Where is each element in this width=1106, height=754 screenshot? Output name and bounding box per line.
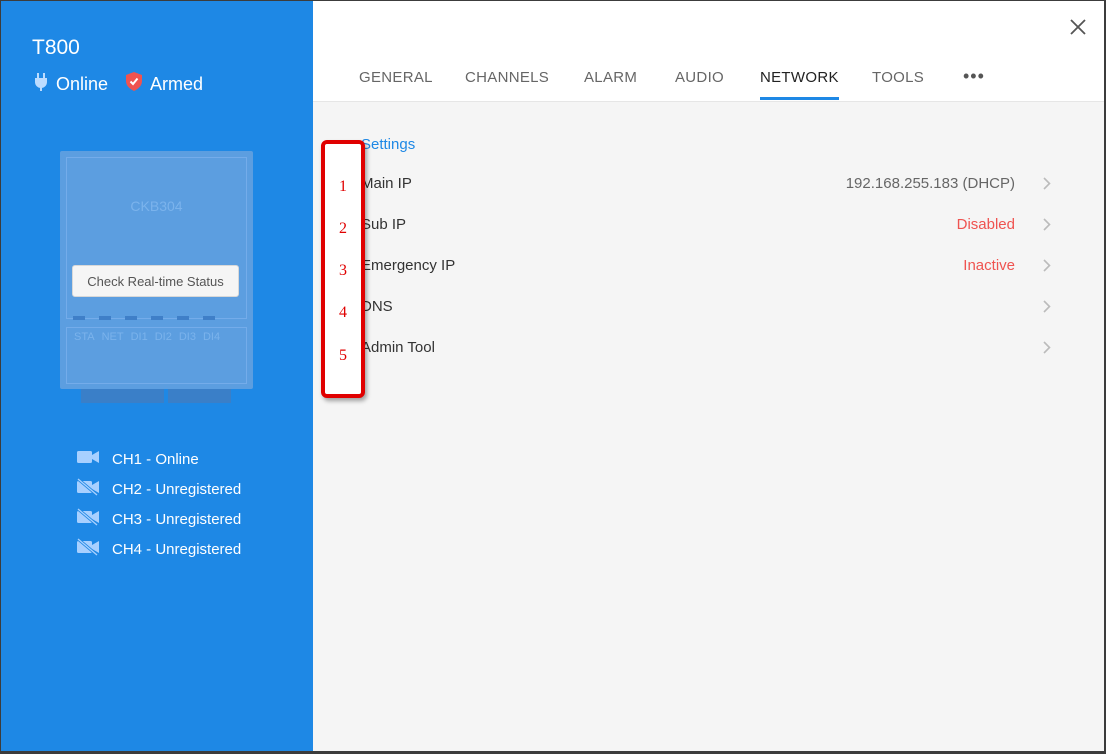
- online-status: Online: [34, 72, 109, 96]
- video-camera-off-icon: [77, 507, 112, 530]
- tab-general[interactable]: GENERAL: [359, 69, 433, 86]
- port-label: DI4: [202, 331, 221, 343]
- channel-item: CH3 - Unregistered: [77, 504, 241, 534]
- port-label: DI3: [178, 331, 196, 343]
- device-status-row: Online Armed: [34, 72, 221, 96]
- channel-label: CH4 - Unregistered: [112, 540, 242, 558]
- settings-section-title: Settings: [361, 136, 416, 153]
- check-realtime-status-button[interactable]: Check Real-time Status: [72, 265, 239, 297]
- tab-bar: GENERAL CHANNELS ALARM AUDIO NETWORK TOO…: [313, 56, 1104, 102]
- armed-status: Armed: [126, 72, 203, 96]
- close-icon: [1070, 19, 1086, 39]
- device-port-labels: STA NET DI1 DI2 DI3 DI4: [74, 331, 227, 343]
- video-camera-off-icon: [77, 537, 112, 560]
- channel-item: CH4 - Unregistered: [77, 534, 241, 564]
- led-indicator: [73, 316, 85, 320]
- video-camera-icon: [77, 449, 112, 469]
- close-button[interactable]: [1070, 19, 1086, 40]
- network-settings-panel: Settings Main IP 192.168.255.183 (DHCP) …: [313, 102, 1104, 751]
- port-label: DI2: [154, 331, 172, 343]
- settings-row-sub-ip[interactable]: Sub IP Disabled: [361, 206, 1051, 242]
- device-model: CKB304: [130, 198, 183, 214]
- shield-check-icon: [126, 72, 150, 96]
- device-sidebar: T800 Online Armed CKB304 Check Real-time…: [1, 1, 313, 751]
- led-indicator: [151, 316, 163, 320]
- settings-row-dns[interactable]: DNS: [361, 288, 1051, 324]
- device-name: T800: [32, 36, 80, 59]
- annotation-number: 5: [339, 347, 347, 364]
- annotation-number: 1: [339, 178, 347, 195]
- row-value: Inactive: [963, 256, 1015, 274]
- settings-row-main-ip[interactable]: Main IP 192.168.255.183 (DHCP): [361, 165, 1051, 201]
- device-illustration: CKB304 Check Real-time Status STA NET DI…: [60, 151, 253, 389]
- channel-label: CH2 - Unregistered: [112, 480, 242, 498]
- row-value: Disabled: [956, 215, 1015, 233]
- led-indicator: [125, 316, 137, 320]
- online-label: Online: [56, 73, 109, 94]
- annotation-number: 2: [339, 220, 347, 237]
- chevron-right-icon: [1043, 259, 1051, 276]
- row-label: Sub IP: [361, 215, 407, 233]
- settings-row-emergency-ip[interactable]: Emergency IP Inactive: [361, 247, 1051, 283]
- tab-tools[interactable]: TOOLS: [872, 69, 924, 86]
- tab-channels[interactable]: CHANNELS: [465, 69, 549, 86]
- settings-row-admin-tool[interactable]: Admin Tool: [361, 329, 1051, 365]
- led-indicator: [99, 316, 111, 320]
- led-indicator: [203, 316, 215, 320]
- plug-icon: [34, 72, 56, 96]
- chevron-right-icon: [1043, 300, 1051, 317]
- tab-audio[interactable]: AUDIO: [675, 69, 724, 86]
- tab-network[interactable]: NETWORK: [760, 69, 839, 100]
- channel-label: CH1 - Online: [112, 450, 199, 468]
- port-label: NET: [101, 331, 124, 343]
- channel-item: CH2 - Unregistered: [77, 474, 241, 504]
- port-label: DI1: [130, 331, 148, 343]
- row-value: 192.168.255.183 (DHCP): [845, 174, 1015, 192]
- row-label: Admin Tool: [361, 338, 435, 356]
- tab-alarm[interactable]: ALARM: [584, 69, 637, 86]
- row-label: Main IP: [361, 174, 412, 192]
- terminal-block: [81, 389, 164, 403]
- more-tabs-button[interactable]: •••: [963, 66, 985, 87]
- chevron-right-icon: [1043, 218, 1051, 235]
- channel-item: CH1 - Online: [77, 444, 241, 474]
- annotation-callout: 1 2 3 4 5: [321, 140, 365, 398]
- settings-content: GENERAL CHANNELS ALARM AUDIO NETWORK TOO…: [313, 1, 1104, 751]
- row-label: Emergency IP: [361, 256, 456, 274]
- terminal-block: [168, 389, 231, 403]
- armed-label: Armed: [150, 73, 204, 94]
- chevron-right-icon: [1043, 177, 1051, 194]
- video-camera-off-icon: [77, 477, 112, 500]
- annotation-number: 4: [339, 304, 347, 321]
- channel-label: CH3 - Unregistered: [112, 510, 242, 528]
- device-leds: [73, 316, 229, 320]
- device-settings-window: T800 Online Armed CKB304 Check Real-time…: [1, 1, 1104, 751]
- channel-list: CH1 - Online CH2 - Unregistered CH3 - Un…: [77, 444, 241, 564]
- annotation-number: 3: [339, 262, 347, 279]
- chevron-right-icon: [1043, 341, 1051, 358]
- row-label: DNS: [361, 297, 393, 315]
- port-label: STA: [74, 331, 95, 343]
- led-indicator: [177, 316, 189, 320]
